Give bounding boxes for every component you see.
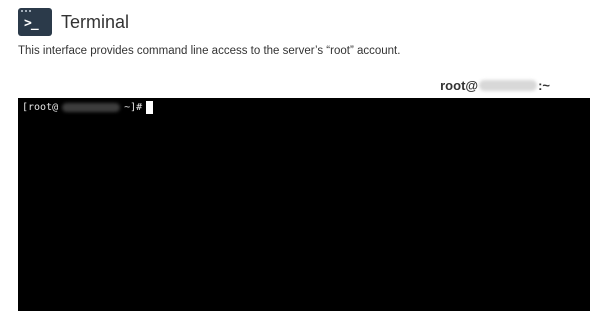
window-dots-icon [21, 10, 31, 12]
redacted-hostname-prompt [62, 103, 121, 112]
terminal-page: >_ Terminal This interface provides comm… [0, 0, 590, 311]
session-user: root@ [440, 78, 479, 93]
prompt-end: ~]# [124, 101, 143, 113]
page-title: Terminal [61, 12, 130, 32]
terminal-console[interactable]: [root@ ~]# [18, 98, 590, 311]
prompt-start: [root@ [22, 101, 59, 113]
terminal-cursor [146, 101, 154, 114]
page-header: >_ Terminal [18, 8, 129, 36]
terminal-prompt-glyph: >_ [24, 16, 39, 31]
terminal-prompt-line: [root@ ~]# [22, 101, 154, 114]
terminal-icon: >_ [18, 8, 52, 36]
session-label: root@ :~ [440, 78, 550, 93]
session-path: :~ [538, 78, 550, 93]
page-description: This interface provides command line acc… [18, 45, 401, 57]
redacted-hostname [479, 80, 538, 91]
